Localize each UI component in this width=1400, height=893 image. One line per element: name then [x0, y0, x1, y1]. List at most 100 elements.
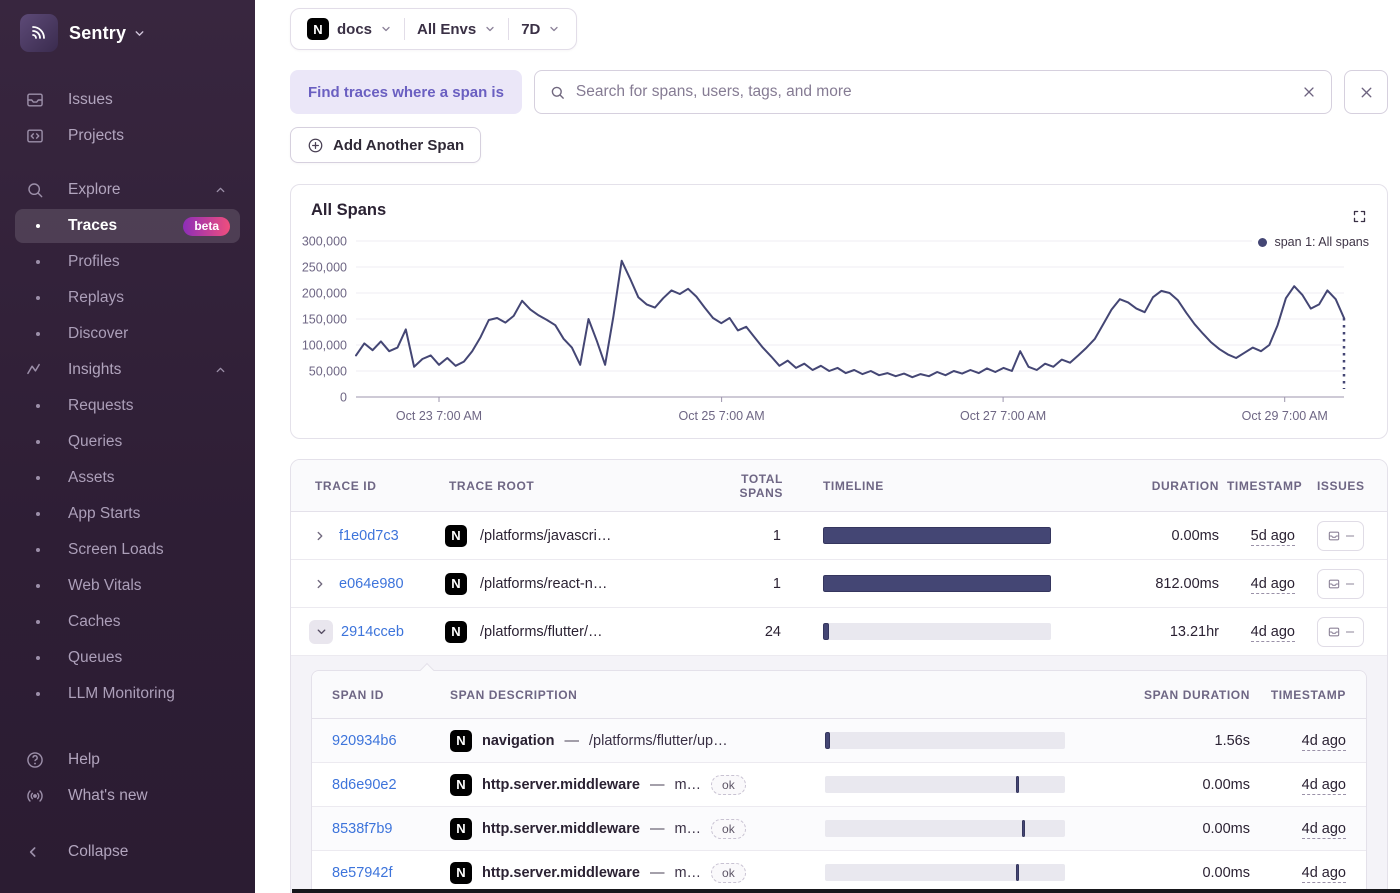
beta-badge: beta: [183, 216, 230, 236]
chevron-down-icon: [133, 27, 146, 40]
sidebar-item-traces[interactable]: Traces beta: [15, 209, 240, 243]
add-another-span-label: Add Another Span: [333, 136, 465, 154]
bullet-dot: [36, 656, 40, 660]
nextjs-platform-icon: N: [307, 18, 329, 40]
sidebar-item-projects[interactable]: Projects: [0, 118, 255, 154]
nextjs-platform-icon: N: [450, 773, 472, 796]
sidebar-item-queries[interactable]: Queries: [0, 424, 255, 460]
sidebar-item-requests[interactable]: Requests: [0, 388, 255, 424]
clear-search-icon[interactable]: [1301, 84, 1317, 100]
sidebar-item-screen-loads[interactable]: Screen Loads: [0, 532, 255, 568]
environment-selector[interactable]: All Envs: [417, 21, 496, 38]
expand-row-icon[interactable]: [313, 577, 327, 591]
span-search-box: [533, 70, 1332, 114]
span-search-input[interactable]: [575, 83, 1291, 101]
timestamp[interactable]: 4d ago: [1301, 776, 1346, 795]
sidebar-item-app-starts[interactable]: App Starts: [0, 496, 255, 532]
sidebar-item-replays[interactable]: Replays: [0, 280, 255, 316]
col-duration: DURATION: [1151, 478, 1219, 493]
bullet-dot: [36, 404, 40, 408]
span-duration: 0.00ms: [1202, 776, 1250, 793]
span-id-link[interactable]: 8e57942f: [332, 865, 392, 881]
col-total-spans: TOTAL SPANS: [739, 471, 783, 500]
chart-title: All Spans: [311, 201, 387, 219]
trace-row-expanded: 2914cceb N /platforms/flutter/… 24 13.21…: [291, 608, 1387, 656]
chart-legend-item[interactable]: span 1: All spans: [1252, 235, 1369, 249]
timeline-track: [825, 776, 1065, 793]
sidebar-item-whats-new[interactable]: What's new: [0, 778, 255, 814]
issues-icon: [1328, 531, 1340, 540]
issues-button[interactable]: –: [1317, 616, 1364, 647]
span-op: navigation: [482, 732, 555, 749]
timeline-bar: [823, 527, 1051, 544]
sidebar-item-discover[interactable]: Discover: [0, 316, 255, 352]
span-id-link[interactable]: 8538f7b9: [332, 821, 392, 837]
sidebar-section-explore[interactable]: Explore: [0, 172, 255, 208]
issues-button[interactable]: –: [1317, 568, 1364, 599]
main-content: N docs All Envs 7D Find traces where a s…: [255, 0, 1400, 893]
date-range-value: 7D: [521, 20, 541, 38]
col-issues: ISSUES: [1317, 478, 1365, 493]
issues-icon: [1328, 579, 1340, 588]
sidebar-item-queues[interactable]: Queues: [0, 640, 255, 676]
sidebar-item-caches[interactable]: Caches: [0, 604, 255, 640]
date-range-selector[interactable]: 7D: [521, 21, 560, 38]
span-table-header: SPAN ID SPAN DESCRIPTION SPAN DURATION T…: [312, 671, 1366, 719]
span-id-link[interactable]: 920934b6: [332, 733, 397, 749]
sidebar-item-issues[interactable]: Issues: [0, 82, 255, 118]
timestamp[interactable]: 4d ago: [1301, 820, 1346, 839]
trace-row: e064e980 N /platforms/react-n… 1 812.00m…: [291, 560, 1387, 608]
trace-root: /platforms/javascri…: [480, 527, 612, 544]
sidebar-item-profiles[interactable]: Profiles: [0, 244, 255, 280]
add-another-span-button[interactable]: Add Another Span: [290, 127, 482, 163]
timestamp[interactable]: 5d ago: [1250, 527, 1295, 546]
sidebar-item-assets[interactable]: Assets: [0, 460, 255, 496]
span-duration: 1.56s: [1214, 732, 1250, 749]
span-row: 8e57942f N http.server.middleware — m… o…: [312, 851, 1366, 893]
span-description: /platforms/flutter/up…: [589, 732, 728, 749]
sentry-logo-icon: [20, 14, 58, 52]
issues-button[interactable]: –: [1317, 520, 1364, 551]
expand-row-icon[interactable]: [313, 529, 327, 543]
remove-span-filter-button[interactable]: [1344, 70, 1388, 114]
sidebar-item-web-vitals[interactable]: Web Vitals: [0, 568, 255, 604]
span-row: 8538f7b9 N http.server.middleware — m… o…: [312, 807, 1366, 851]
span-status-badge: ok: [711, 818, 746, 839]
timestamp[interactable]: 4d ago: [1301, 864, 1346, 883]
timeline-bar: [1015, 864, 1019, 881]
sidebar-collapse-button[interactable]: Collapse: [0, 834, 255, 870]
span-description: m…: [674, 820, 702, 837]
span-id-link[interactable]: 8d6e90e2: [332, 777, 397, 793]
search-icon: [25, 180, 45, 200]
separator: —: [649, 864, 665, 881]
trace-id-link[interactable]: 2914cceb: [341, 624, 404, 640]
sidebar-item-help[interactable]: Help: [0, 742, 255, 778]
collapse-row-icon[interactable]: [309, 619, 333, 644]
timestamp[interactable]: 4d ago: [1250, 623, 1295, 642]
project-selector[interactable]: N docs: [307, 18, 392, 40]
duration: 13.21hr: [1169, 623, 1219, 640]
expanded-trace-detail: SPAN ID SPAN DESCRIPTION SPAN DURATION T…: [291, 656, 1387, 893]
col-span-description: SPAN DESCRIPTION: [450, 687, 578, 702]
trace-id-link[interactable]: e064e980: [339, 576, 404, 592]
expand-chart-icon[interactable]: [1352, 209, 1367, 224]
svg-text:50,000: 50,000: [309, 365, 347, 379]
timestamp[interactable]: 4d ago: [1250, 575, 1295, 594]
trace-id-link[interactable]: f1e0d7c3: [339, 528, 399, 544]
projects-icon: [25, 126, 45, 146]
svg-text:150,000: 150,000: [302, 313, 347, 327]
chevron-down-icon: [548, 23, 560, 35]
separator: —: [649, 776, 665, 793]
svg-text:250,000: 250,000: [302, 261, 347, 275]
nextjs-platform-icon: N: [450, 729, 472, 752]
issues-icon: [1328, 627, 1340, 636]
timestamp[interactable]: 4d ago: [1301, 732, 1346, 751]
sidebar-item-llm-monitoring[interactable]: LLM Monitoring: [0, 676, 255, 712]
separator: —: [564, 732, 580, 749]
span-status-badge: ok: [711, 862, 746, 883]
timeline-track: [823, 623, 1051, 640]
sidebar-section-insights[interactable]: Insights: [0, 352, 255, 388]
org-switcher[interactable]: Sentry: [0, 0, 255, 52]
org-name: Sentry: [69, 22, 127, 43]
spans-timeseries-chart[interactable]: 0 50,000 100,000 150,000 200,000 250,000 300,0…: [291, 229, 1349, 429]
